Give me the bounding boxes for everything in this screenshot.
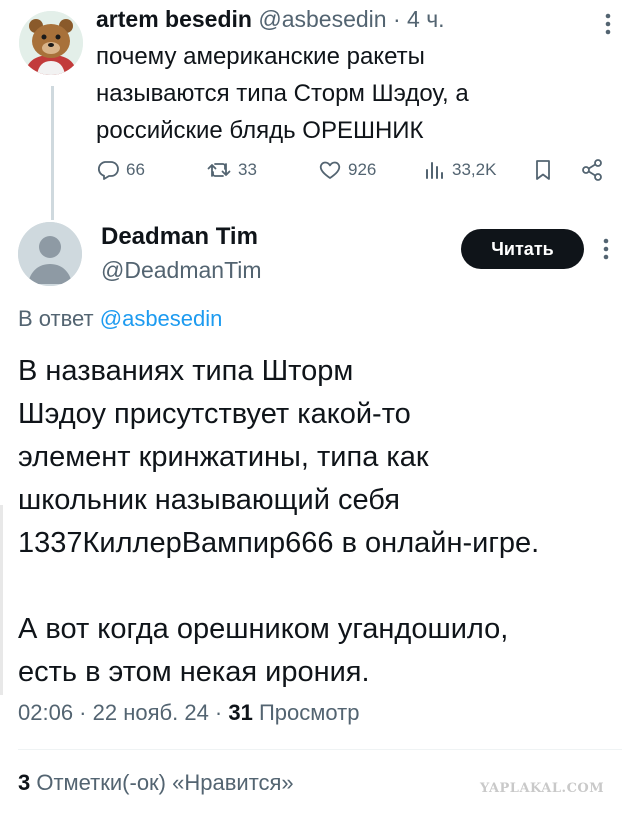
reply-count: 66 — [126, 160, 145, 179]
watermark: YAPLAKAL.COM — [480, 781, 605, 796]
likes-number: 3 — [18, 770, 31, 795]
tweet1-text: почему американские ракеты называются ти… — [96, 43, 469, 144]
tweet1-header: artem besedin @asbesedin · 4 ч. — [96, 2, 445, 36]
author-name[interactable]: artem besedin — [96, 6, 252, 32]
read-button[interactable]: Читать — [461, 229, 584, 269]
repost-count: 33 — [238, 160, 257, 179]
default-avatar-icon — [18, 222, 82, 286]
avatar-artem-besedin[interactable] — [19, 11, 83, 75]
reply-author-name[interactable]: Deadman Tim — [101, 220, 258, 254]
reply-context: В ответ @asbesedin — [18, 303, 222, 335]
share-button[interactable] — [580, 158, 604, 182]
author-handle[interactable]: @asbesedin — [258, 6, 386, 32]
share-icon — [580, 158, 604, 182]
reply-to-link[interactable]: @asbesedin — [100, 306, 223, 331]
meta-separator: · — [208, 700, 229, 725]
reply-meta: 02:06 · 22 нояб. 24 · 31 Просмотр — [18, 696, 359, 730]
tweet1-action-bar: 66 33 926 33,2K — [96, 158, 616, 190]
likes-label: Отметки(-ок) «Нравится» — [30, 770, 294, 795]
avatar-deadman-tim[interactable] — [18, 222, 82, 286]
views-icon — [424, 158, 446, 182]
reply-author-handle[interactable]: @DeadmanTim — [101, 254, 262, 286]
header-separator: · — [386, 6, 408, 32]
bookmark-button[interactable] — [532, 158, 554, 182]
more-icon[interactable] — [596, 12, 620, 36]
more-icon[interactable] — [594, 237, 618, 261]
reply-button[interactable]: 66 — [96, 158, 145, 182]
likes-summary[interactable]: 3 Отметки(-ок) «Нравится» — [18, 766, 294, 800]
bookmark-icon — [532, 158, 554, 182]
meta-separator: · — [73, 700, 93, 725]
views-label: Просмотр — [252, 700, 360, 725]
image-edge-shadow — [0, 505, 3, 695]
divider — [18, 749, 622, 750]
like-icon — [318, 158, 342, 182]
tweet-time[interactable]: 4 ч. — [407, 6, 445, 32]
like-button[interactable]: 926 — [318, 158, 376, 182]
views-number: 31 — [228, 700, 253, 725]
thread-connector-line — [51, 86, 54, 220]
reply-text: В названиях типа Шторм Шэдоу присутствуе… — [18, 355, 540, 688]
repost-button[interactable]: 33 — [206, 158, 257, 182]
reply-icon — [96, 158, 120, 182]
reply-prefix: В ответ — [18, 306, 100, 331]
views-count: 33,2K — [452, 160, 497, 179]
repost-icon — [206, 158, 232, 182]
views-button[interactable]: 33,2K — [424, 158, 496, 182]
like-count: 926 — [348, 160, 377, 179]
reply-time[interactable]: 02:06 — [18, 700, 73, 725]
reply-date[interactable]: 22 нояб. 24 — [93, 700, 209, 725]
